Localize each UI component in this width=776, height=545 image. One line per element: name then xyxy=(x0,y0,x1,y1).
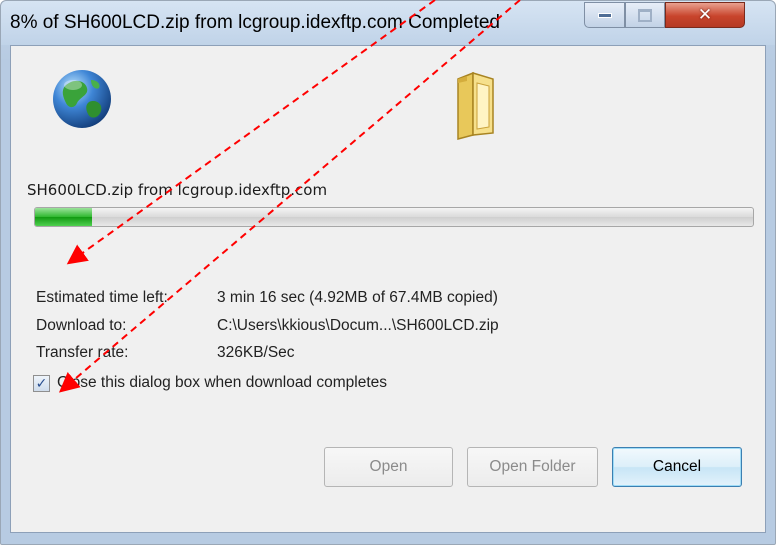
open-button[interactable]: Open xyxy=(324,447,453,487)
maximize-button xyxy=(625,2,665,28)
estimated-time-label: Estimated time left: xyxy=(36,289,168,306)
close-icon: ✕ xyxy=(697,5,713,25)
file-source-label: SH600LCD.zip from lcgroup.idexftp.com xyxy=(27,181,328,199)
minimize-button[interactable] xyxy=(584,2,625,28)
download-dialog: 8% of SH600LCD.zip from lcgroup.idexftp.… xyxy=(0,0,776,545)
download-progress-bar xyxy=(34,207,754,227)
transfer-rate-label: Transfer rate: xyxy=(36,344,129,361)
close-when-done-checkbox[interactable]: ✓ xyxy=(33,375,50,392)
download-to-value: C:\Users\kkious\Docum...\SH600LCD.zip xyxy=(217,317,499,334)
estimated-time-value: 3 min 16 sec (4.92MB of 67.4MB copied) xyxy=(217,289,498,306)
download-to-label: Download to: xyxy=(36,317,127,334)
title-bar[interactable]: 8% of SH600LCD.zip from lcgroup.idexftp.… xyxy=(1,1,775,45)
globe-icon xyxy=(53,70,111,128)
open-folder-button[interactable]: Open Folder xyxy=(467,447,598,487)
window-title: 8% of SH600LCD.zip from lcgroup.idexftp.… xyxy=(10,12,501,33)
transfer-rate-value: 326KB/Sec xyxy=(217,344,295,361)
progress-fill xyxy=(35,208,93,226)
close-when-done-label[interactable]: Close this dialog box when download comp… xyxy=(57,374,387,392)
check-icon: ✓ xyxy=(35,375,48,392)
close-button[interactable]: ✕ xyxy=(665,2,745,28)
minimize-icon xyxy=(597,12,612,18)
folder-icon xyxy=(457,71,494,140)
maximize-icon xyxy=(638,8,652,22)
cancel-button[interactable]: Cancel xyxy=(612,447,742,487)
